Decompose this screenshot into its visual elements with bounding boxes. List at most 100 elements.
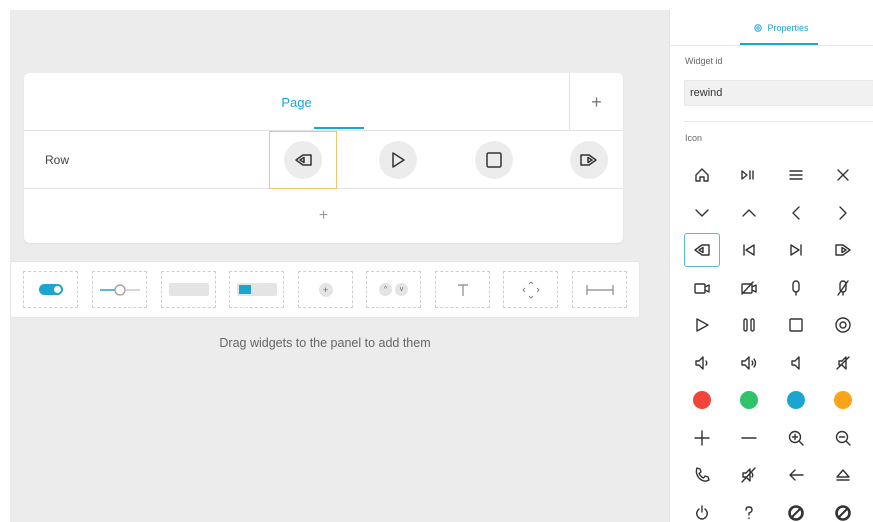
icon-option-play[interactable] (684, 308, 720, 342)
icon-option-zoom-in[interactable] (778, 421, 814, 455)
icon-option-play-pause[interactable] (731, 158, 767, 192)
icon-option-disc[interactable] (778, 496, 814, 522)
power-icon (696, 504, 708, 520)
row-widget-stop[interactable] (460, 131, 528, 189)
divider (684, 121, 873, 122)
icon-option-microphone[interactable] (778, 271, 814, 305)
icon-option-green-dot[interactable] (731, 383, 767, 417)
play-pause-icon (741, 170, 754, 180)
icon-option-help[interactable] (731, 496, 767, 522)
add-page-button[interactable]: + (569, 73, 623, 131)
zoom-in-icon (788, 430, 804, 446)
icon-option-orange-dot[interactable] (825, 383, 861, 417)
icon-option-chevron-down[interactable] (684, 196, 720, 230)
stop-icon (789, 318, 803, 332)
row-widget-rewind[interactable] (269, 131, 337, 189)
arrow-left-icon (789, 469, 804, 481)
up-down-icon: ^ v (379, 283, 408, 296)
record-icon (835, 317, 851, 333)
icon-option-disc-alt[interactable] (825, 496, 861, 522)
palette-text[interactable] (435, 271, 490, 308)
add-row-button[interactable]: + (24, 189, 623, 243)
row-widget-fast-forward[interactable] (555, 131, 623, 189)
group-button-icon (236, 283, 277, 296)
palette-button[interactable] (161, 271, 216, 308)
icon-option-pause[interactable] (731, 308, 767, 342)
icon-option-list[interactable] (778, 158, 814, 192)
tab-page[interactable]: Page (24, 73, 569, 131)
tab-properties[interactable]: Properties (744, 10, 818, 46)
properties-header: Properties (670, 10, 873, 46)
palette-toggle[interactable] (23, 271, 78, 308)
icon-option-microphone-off[interactable] (825, 271, 861, 305)
palette-hint: Drag widgets to the panel to add them (219, 336, 431, 350)
close-icon (837, 169, 849, 181)
disc-icon (788, 504, 804, 521)
stop-button[interactable] (475, 141, 513, 179)
chevron-left-icon (792, 205, 800, 220)
icon-option-power[interactable] (684, 496, 720, 522)
speaker-icon (791, 355, 800, 370)
palette-spacer[interactable] (572, 271, 627, 308)
icon-option-volume-down[interactable] (684, 346, 720, 380)
icon-option-mute[interactable] (825, 346, 861, 380)
rewind-icon (694, 244, 710, 256)
play-button[interactable] (379, 141, 417, 179)
plus-icon (694, 429, 710, 446)
spacer-icon (585, 284, 614, 295)
palette-directional-pad[interactable] (503, 271, 558, 308)
icon-option-chevron-left[interactable] (778, 196, 814, 230)
icon-option-blue-dot[interactable] (778, 383, 814, 417)
palette-spinner-arrows[interactable]: ^ v (366, 271, 421, 308)
mute-icon (836, 355, 850, 370)
icon-option-skip-forward[interactable] (778, 233, 814, 267)
icon-option-home[interactable] (684, 158, 720, 192)
button-icon (168, 283, 209, 296)
palette-group-button[interactable] (229, 271, 284, 308)
icon-option-close[interactable] (825, 158, 861, 192)
chevron-down-icon (695, 208, 709, 217)
text-icon (457, 283, 468, 296)
chevron-right-icon (839, 205, 847, 220)
panel-card: Page + Row + (24, 73, 623, 243)
icon-option-phone[interactable] (684, 458, 720, 492)
widget-id-label: Widget id (685, 56, 723, 66)
icon-option-red-dot[interactable] (684, 383, 720, 417)
icon-option-minus[interactable] (731, 421, 767, 455)
green-dot-icon (740, 391, 758, 409)
icon-option-rewind[interactable] (684, 233, 720, 267)
icon-option-skip-back[interactable] (731, 233, 767, 267)
icon-option-chevron-up[interactable] (731, 196, 767, 230)
volume-down-icon (695, 355, 708, 370)
icon-option-chevron-right[interactable] (825, 196, 861, 230)
icon-option-eject[interactable] (825, 458, 861, 492)
icon-option-camera[interactable] (684, 271, 720, 305)
icon-option-camera-off[interactable] (731, 271, 767, 305)
icon-option-speaker-mute[interactable] (731, 458, 767, 492)
phone-icon (695, 467, 710, 482)
palette-slider[interactable] (92, 271, 147, 308)
slider-icon (99, 283, 140, 296)
icon-option-zoom-out[interactable] (825, 421, 861, 455)
pause-icon (743, 318, 755, 332)
chevron-up-icon (742, 208, 756, 217)
minus-icon (741, 436, 757, 439)
icon-option-arrow-left[interactable] (778, 458, 814, 492)
rewind-button[interactable] (284, 141, 322, 179)
icon-option-stop[interactable] (778, 308, 814, 342)
icon-option-record[interactable] (825, 308, 861, 342)
row-widget-play[interactable] (364, 131, 432, 189)
fast-forward-button[interactable] (570, 141, 608, 179)
icon-option-speaker[interactable] (778, 346, 814, 380)
orange-dot-icon (834, 391, 852, 409)
icon-option-fast-forward[interactable] (825, 233, 861, 267)
volume-up-icon (741, 355, 757, 370)
row[interactable]: Row (24, 131, 623, 189)
gear-icon (754, 24, 763, 32)
fast-forward-icon (580, 154, 597, 166)
stop-icon (486, 152, 502, 168)
icon-option-volume-up[interactable] (731, 346, 767, 380)
icon-option-plus[interactable] (684, 421, 720, 455)
palette-spinner[interactable]: + (298, 271, 353, 308)
widget-id-input[interactable]: rewind (684, 80, 873, 106)
